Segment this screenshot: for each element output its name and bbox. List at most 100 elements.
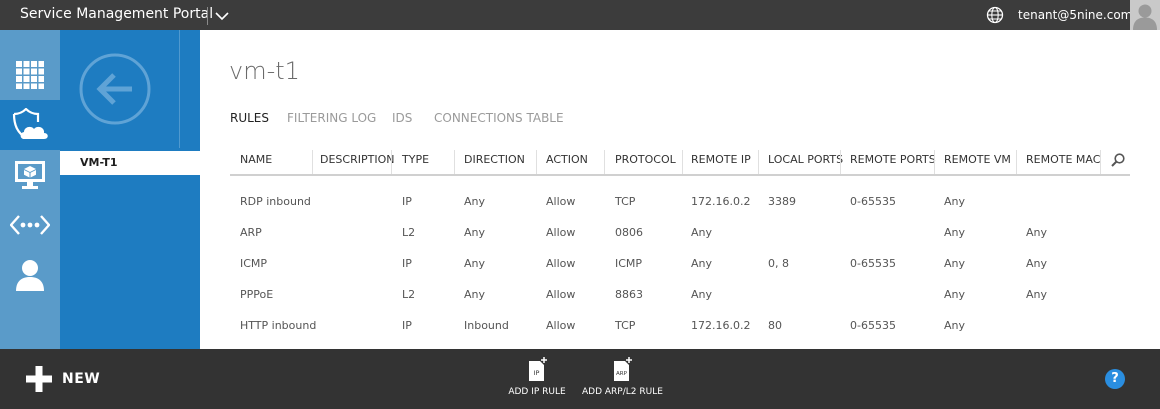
add-ip-rule-button[interactable]: IP ADD IP RULE (506, 357, 568, 397)
cell-remote-ip: 172.16.0.2 (691, 319, 751, 332)
my-account-icon (16, 260, 44, 291)
cell-type: IP (402, 257, 412, 270)
cell-direction: Any (464, 257, 486, 270)
add-ip-rule-icon-text: IP (534, 369, 540, 377)
nav-all-items[interactable] (0, 50, 60, 100)
nav-networking[interactable] (0, 200, 60, 250)
cell-action: Allow (546, 288, 576, 301)
tab-rules[interactable]: RULES (230, 111, 269, 125)
nav-virtual-machines[interactable] (0, 150, 60, 200)
subnav-item-vm-t1[interactable]: VM-T1 (60, 151, 200, 175)
virtual-machine-icon (15, 161, 45, 189)
cell-direction: Inbound (464, 319, 509, 332)
title-divider (207, 7, 208, 25)
column-divider (934, 150, 935, 174)
cell-remote-vm: Any (944, 226, 966, 239)
cell-protocol: ICMP (615, 257, 643, 270)
cell-action: Allow (546, 319, 576, 332)
cell-name: ARP (240, 226, 262, 239)
chevron-down-icon[interactable] (214, 8, 230, 24)
cell-remote-mac: Any (1026, 226, 1048, 239)
command-bar: NEW IP ADD IP RULE ARP ADD ARP/L2 RULE ? (0, 349, 1160, 409)
cell-name: PPPoE (240, 288, 274, 301)
cell-remote-ip: 172.16.0.2 (691, 195, 751, 208)
plus-icon (26, 366, 52, 392)
cell-remote-ip: Any (691, 226, 713, 239)
user-avatar-icon[interactable] (1130, 0, 1160, 30)
cell-remote-ip: Any (691, 288, 713, 301)
cell-protocol: 0806 (615, 226, 643, 239)
networking-icon (10, 215, 50, 235)
tab-filtering-log[interactable]: FILTERING LOG (287, 111, 376, 125)
help-icon[interactable]: ? (1105, 369, 1125, 389)
column-divider (536, 150, 537, 174)
cell-type: L2 (402, 226, 416, 239)
search-icon[interactable] (1110, 152, 1126, 168)
add-arp-l2-rule-label: ADD ARP/L2 RULE (582, 387, 663, 397)
cell-name: HTTP inbound (240, 319, 317, 332)
add-arp-rule-icon-text: ARP (616, 371, 628, 377)
column-header-protocol[interactable]: PROTOCOL (615, 153, 676, 166)
cell-name: ICMP (240, 257, 268, 270)
cell-direction: Any (464, 195, 486, 208)
cell-remote-mac: Any (1026, 288, 1048, 301)
column-header-direction[interactable]: DIRECTION (464, 153, 525, 166)
cell-remote-vm: Any (944, 195, 966, 208)
cell-type: IP (402, 195, 412, 208)
column-header-remote-mac[interactable]: REMOTE MAC (1026, 153, 1100, 166)
column-divider (454, 150, 455, 174)
nav-my-account[interactable] (0, 250, 60, 300)
column-divider (1016, 150, 1017, 174)
column-header-remote-ip[interactable]: REMOTE IP (691, 153, 751, 166)
column-header-name[interactable]: NAME (240, 153, 272, 166)
column-header-remote-vm[interactable]: REMOTE VM (944, 153, 1011, 166)
column-header-local-ports[interactable]: LOCAL PORTS (768, 153, 843, 166)
cell-type: IP (402, 319, 412, 332)
nav-security[interactable] (0, 100, 60, 150)
globe-icon[interactable] (986, 6, 1004, 24)
column-header-action[interactable]: ACTION (546, 153, 588, 166)
add-ip-rule-label: ADD IP RULE (508, 387, 566, 397)
cell-remote-vm: Any (944, 257, 966, 270)
cell-type: L2 (402, 288, 416, 301)
table-row[interactable]: HTTP inbound IP Inbound Allow TCP 172.16.0.2 8… (230, 319, 1130, 350)
add-arp-rule-icon: ARP (614, 357, 632, 381)
new-button[interactable]: NEW (26, 365, 100, 393)
column-header-type[interactable]: TYPE (402, 153, 429, 166)
cell-local-ports: 80 (768, 319, 782, 332)
table-row[interactable]: ICMP IP Any Allow ICMP Any 0, 8 0-65535 Any Any (230, 257, 1130, 288)
column-divider (682, 150, 683, 174)
cell-action: Allow (546, 257, 576, 270)
page-title: vm-t1 (229, 57, 300, 85)
cell-remote-vm: Any (944, 319, 966, 332)
table-row[interactable]: RDP inbound IP Any Allow TCP 172.16.0.2 3389 0-… (230, 195, 1130, 226)
cell-remote-ports: 0-65535 (850, 319, 896, 332)
portal-title[interactable]: Service Management Portal (20, 6, 213, 22)
cell-remote-ip: Any (691, 257, 713, 270)
user-account-name[interactable]: tenant@5nine.com (1018, 8, 1132, 22)
add-arp-l2-rule-button[interactable]: ARP ADD ARP/L2 RULE (582, 357, 663, 397)
shield-cloud-icon (12, 108, 48, 139)
cell-direction: Any (464, 288, 486, 301)
table-row[interactable]: ARP L2 Any Allow 0806 Any Any Any (230, 226, 1130, 257)
cell-local-ports: 0, 8 (768, 257, 789, 270)
back-arrow-icon[interactable] (78, 52, 152, 126)
cell-remote-ports: 0-65535 (850, 195, 896, 208)
icon-navigation (0, 30, 60, 349)
main-content: vm-t1 RULES FILTERING LOG IDS CONNECTION… (200, 30, 1160, 349)
column-divider (604, 150, 605, 174)
column-divider (391, 150, 392, 174)
cell-remote-mac: Any (1026, 257, 1048, 270)
table-header: NAME DESCRIPTION TYPE DIRECTION ACTION P… (230, 148, 1130, 176)
column-divider (312, 150, 313, 174)
cell-protocol: TCP (615, 319, 636, 332)
column-header-description[interactable]: DESCRIPTION (320, 153, 394, 166)
column-divider (1100, 150, 1101, 174)
tab-connections-table[interactable]: CONNECTIONS TABLE (434, 111, 564, 125)
new-label: NEW (62, 371, 101, 387)
tab-ids[interactable]: IDS (392, 111, 412, 125)
table-row[interactable]: PPPoE L2 Any Allow 8863 Any Any Any (230, 288, 1130, 319)
column-header-remote-ports[interactable]: REMOTE PORTS (850, 153, 936, 166)
cell-direction: Any (464, 226, 486, 239)
column-divider (758, 150, 759, 174)
